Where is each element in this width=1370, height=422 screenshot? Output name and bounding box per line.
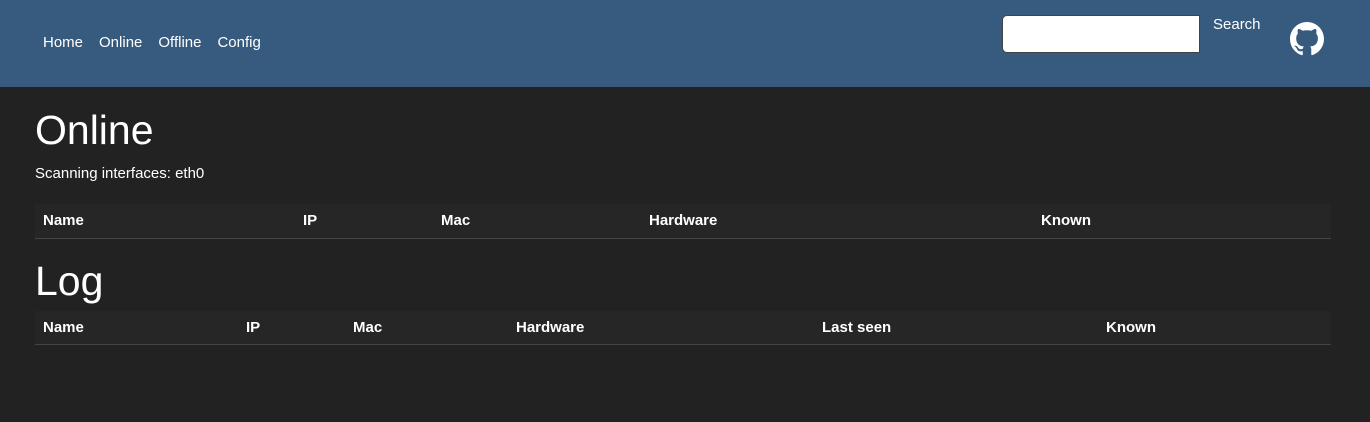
- online-col-ip: IP: [295, 204, 433, 239]
- log-col-mac: Mac: [345, 310, 508, 345]
- log-col-last-seen: Last seen: [814, 310, 1098, 345]
- scanning-status: Scanning interfaces: eth0: [35, 165, 205, 182]
- log-col-known: Known: [1098, 310, 1331, 345]
- log-col-name: Name: [35, 310, 238, 345]
- online-col-mac: Mac: [433, 204, 641, 239]
- online-col-hardware: Hardware: [641, 204, 1033, 239]
- github-icon: [1290, 22, 1324, 56]
- nav-links: Home Online Offline Config: [43, 33, 261, 53]
- online-col-known: Known: [1033, 204, 1331, 239]
- nav-link-offline[interactable]: Offline: [158, 33, 201, 53]
- online-col-name: Name: [35, 204, 295, 239]
- log-col-hardware: Hardware: [508, 310, 814, 345]
- nav-link-home[interactable]: Home: [43, 33, 83, 53]
- search-button-label: Search: [1213, 16, 1261, 33]
- navbar: Home Online Offline Config Search: [0, 0, 1370, 87]
- nav-link-config[interactable]: Config: [217, 33, 260, 53]
- main-content: Online Scanning interfaces: eth0 Name IP…: [35, 87, 1331, 345]
- github-link[interactable]: [1290, 22, 1324, 56]
- log-table-header-row: Name IP Mac Hardware Last seen Known: [35, 310, 1331, 345]
- log-table: Name IP Mac Hardware Last seen Known: [35, 310, 1331, 345]
- online-title: Online: [35, 107, 154, 153]
- search-input[interactable]: [1002, 15, 1200, 53]
- log-col-ip: IP: [238, 310, 345, 345]
- search-button[interactable]: Search: [1200, 15, 1274, 53]
- nav-link-online[interactable]: Online: [99, 33, 142, 53]
- log-title: Log: [35, 257, 104, 304]
- online-table-header-row: Name IP Mac Hardware Known: [35, 204, 1331, 239]
- online-table: Name IP Mac Hardware Known: [35, 204, 1331, 239]
